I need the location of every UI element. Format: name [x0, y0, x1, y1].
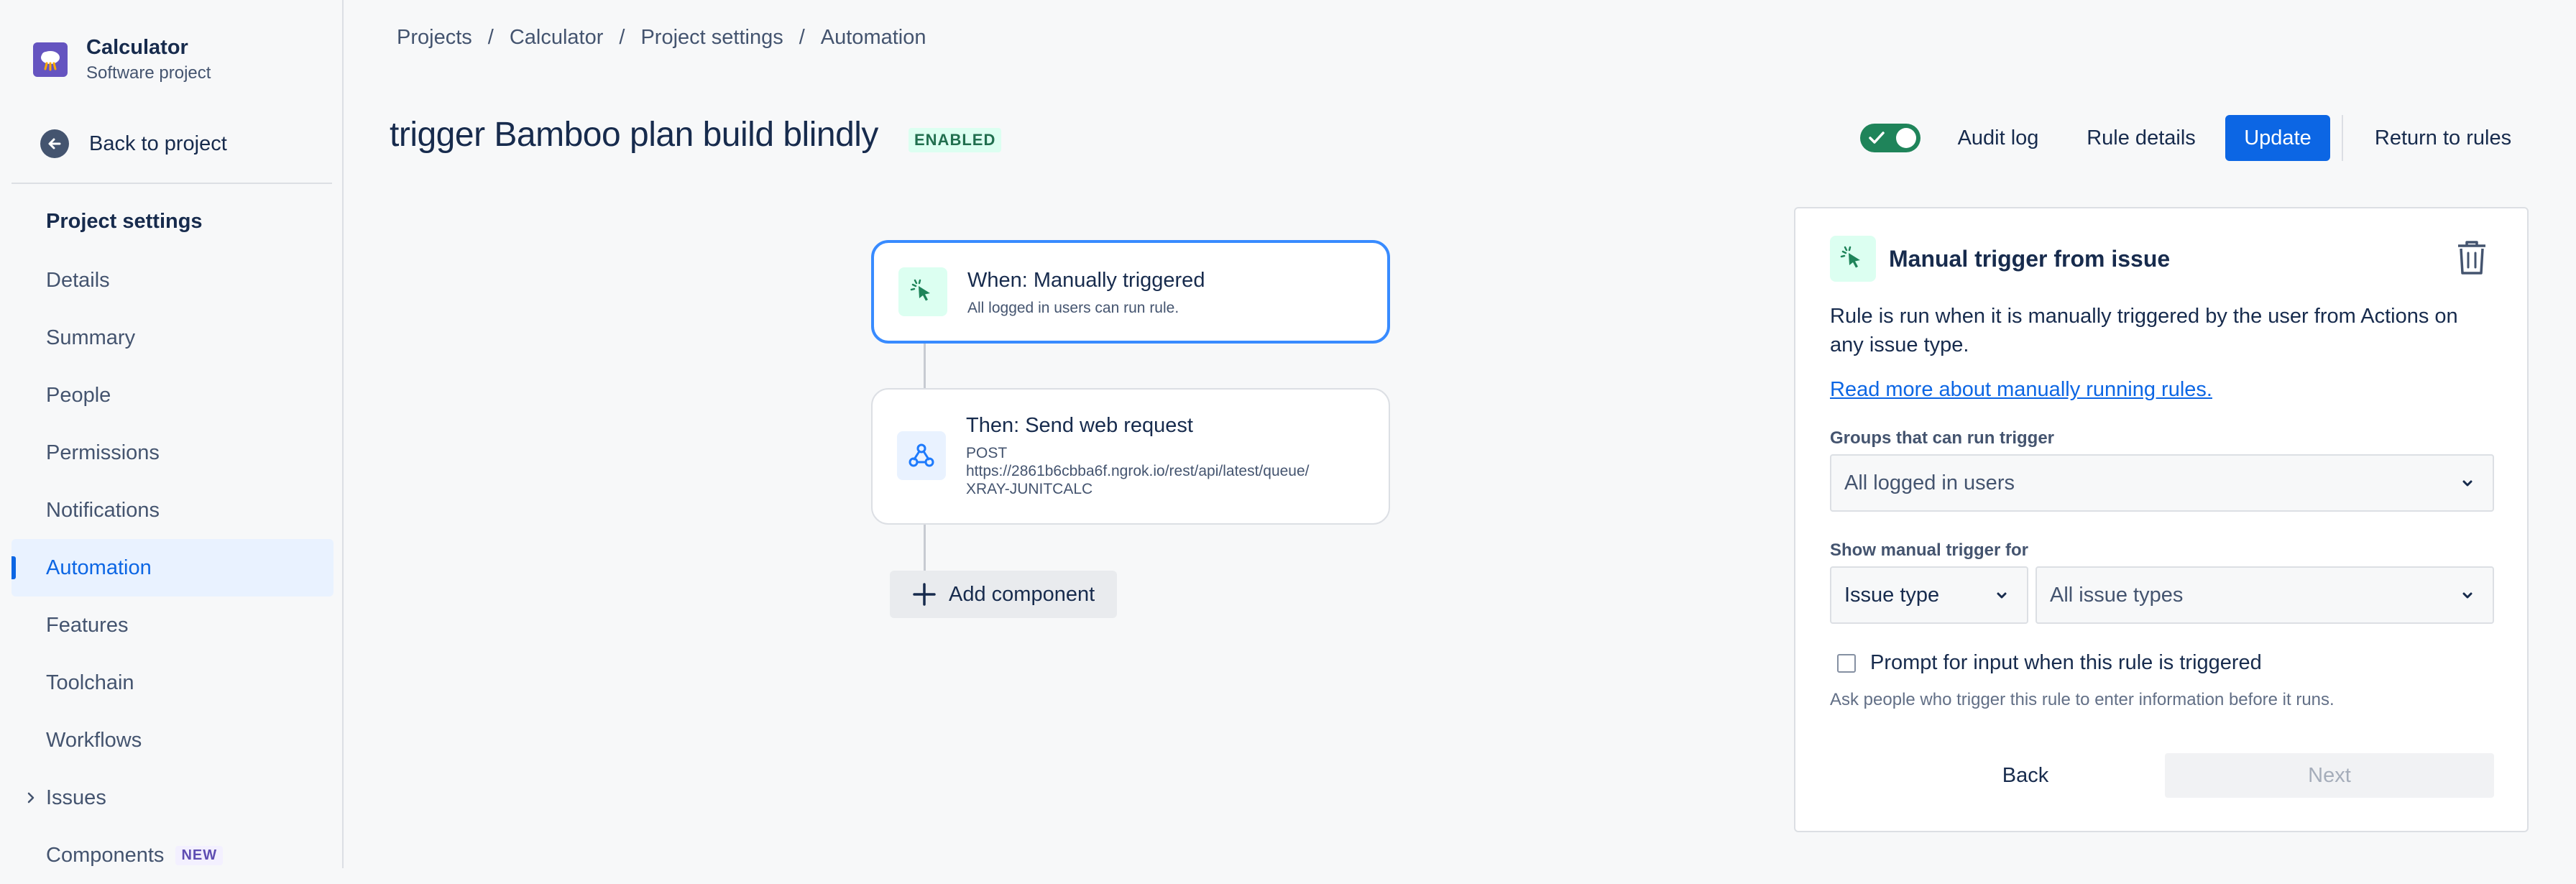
breadcrumb: Projects / Calculator / Project settings… [397, 26, 926, 50]
add-component-label: Add component [949, 582, 1095, 606]
sidebar-item-components[interactable]: Components NEW [12, 827, 334, 884]
project-name: Calculator [86, 36, 188, 59]
update-button[interactable]: Update [2225, 115, 2330, 161]
page-title: trigger Bamboo plan build blindly [390, 116, 878, 154]
next-button[interactable]: Next [2165, 753, 2494, 798]
action-method: POST [966, 445, 1008, 461]
audit-log-button[interactable]: Audit log [1944, 115, 2053, 161]
back-to-project-link[interactable]: Back to project [40, 129, 227, 158]
action-url-continued: XRAY-JUNITCALC [966, 481, 1093, 497]
return-to-rules-button[interactable]: Return to rules [2366, 115, 2520, 161]
read-more-link[interactable]: Read more about manually running rules. [1830, 378, 2212, 402]
groups-select-value: All logged in users [1844, 471, 2015, 494]
cursor-click-icon [1830, 236, 1876, 282]
project-type: Software project [86, 63, 211, 83]
sidebar-item-features[interactable]: Features [12, 597, 334, 654]
sidebar-item-summary[interactable]: Summary [12, 309, 334, 367]
rule-details-button[interactable]: Rule details [2074, 115, 2208, 161]
breadcrumb-separator: / [799, 26, 805, 49]
sidebar-section-title: Project settings [46, 210, 203, 233]
new-badge: NEW [175, 845, 224, 865]
trash-icon[interactable] [2455, 239, 2488, 280]
sidebar-item-details[interactable]: Details [12, 252, 334, 309]
sidebar-item-label: Permissions [46, 441, 160, 464]
arrow-left-icon [40, 129, 69, 158]
panel-title: Manual trigger from issue [1889, 246, 2171, 272]
breadcrumb-separator: / [619, 26, 625, 49]
trigger-subtitle: All logged in users can run rule. [967, 300, 1179, 316]
sidebar-divider [12, 183, 332, 184]
groups-label: Groups that can run trigger [1830, 428, 2055, 448]
panel-description: Rule is run when it is manually triggere… [1830, 305, 2458, 356]
prompt-input-checkbox[interactable] [1837, 654, 1856, 673]
sidebar-item-issues[interactable]: Issues [12, 769, 334, 827]
action-url: https://2861b6cbba6f.ngrok.io/rest/api/l… [966, 463, 1310, 479]
sidebar-item-permissions[interactable]: Permissions [12, 424, 334, 482]
breadcrumb-projects[interactable]: Projects [397, 26, 472, 50]
trigger-title: When: Manually triggered [967, 269, 1205, 292]
sidebar-item-label: Summary [46, 326, 136, 349]
sidebar-item-label: Components [46, 843, 165, 867]
webhook-icon [897, 431, 946, 480]
breadcrumb-project-settings[interactable]: Project settings [640, 26, 783, 50]
toggle-knob [1896, 128, 1916, 148]
prompt-input-help: Ask people who trigger this rule to ente… [1830, 690, 2334, 709]
add-component-button[interactable]: Add component [890, 571, 1117, 618]
project-avatar-icon [33, 42, 68, 77]
check-icon [1869, 132, 1885, 144]
chevron-down-icon [2462, 480, 2472, 487]
issue-type-select-value: Issue type [1844, 583, 1940, 607]
sidebar-item-label: Toolchain [46, 671, 134, 694]
show-for-label: Show manual trigger for [1830, 540, 2029, 560]
sidebar-item-label: People [46, 383, 111, 407]
sidebar-item-workflows[interactable]: Workflows [12, 712, 334, 769]
groups-select[interactable]: All logged in users [1830, 454, 2494, 512]
issue-type-select[interactable]: Issue type [1830, 566, 2028, 624]
chevron-down-icon [2462, 592, 2472, 599]
plus-icon [913, 583, 936, 606]
sidebar-item-label: Notifications [46, 498, 160, 522]
sidebar: Calculator Software project Back to proj… [0, 0, 344, 868]
back-button[interactable]: Back [1939, 753, 2112, 798]
sidebar-item-label: Issues [46, 786, 106, 809]
breadcrumb-separator: / [487, 26, 494, 49]
flow-connector [924, 525, 926, 572]
toolbar-divider [2342, 115, 2343, 161]
issue-types-select[interactable]: All issue types [2036, 566, 2494, 624]
sidebar-item-toolchain[interactable]: Toolchain [12, 654, 334, 712]
sidebar-item-notifications[interactable]: Notifications [12, 482, 334, 539]
project-header[interactable]: Calculator Software project [33, 34, 211, 85]
back-to-project-label: Back to project [89, 132, 227, 155]
rule-enabled-toggle[interactable] [1860, 124, 1920, 152]
action-title: Then: Send web request [966, 414, 1193, 437]
trigger-node[interactable]: When: Manually triggered All logged in u… [871, 240, 1390, 344]
action-node[interactable]: Then: Send web request POST https://2861… [871, 388, 1390, 525]
cursor-click-icon [898, 267, 947, 316]
chevron-down-icon [1997, 592, 2007, 599]
breadcrumb-automation[interactable]: Automation [821, 26, 926, 50]
issue-types-select-value: All issue types [2050, 583, 2184, 607]
flow-connector [924, 342, 926, 390]
chevron-right-icon [26, 769, 36, 827]
sidebar-item-label: Automation [46, 556, 152, 579]
prompt-input-label[interactable]: Prompt for input when this rule is trigg… [1870, 651, 2262, 675]
sidebar-item-people[interactable]: People [12, 367, 334, 424]
sidebar-item-label: Workflows [46, 728, 142, 752]
sidebar-item-label: Features [46, 613, 129, 637]
trigger-config-panel: Manual trigger from issue Rule is run wh… [1794, 207, 2529, 832]
sidebar-item-label: Details [46, 268, 110, 292]
sidebar-item-automation[interactable]: Automation [12, 539, 334, 597]
breadcrumb-calculator[interactable]: Calculator [510, 26, 604, 50]
status-badge: ENABLED [908, 128, 1002, 152]
